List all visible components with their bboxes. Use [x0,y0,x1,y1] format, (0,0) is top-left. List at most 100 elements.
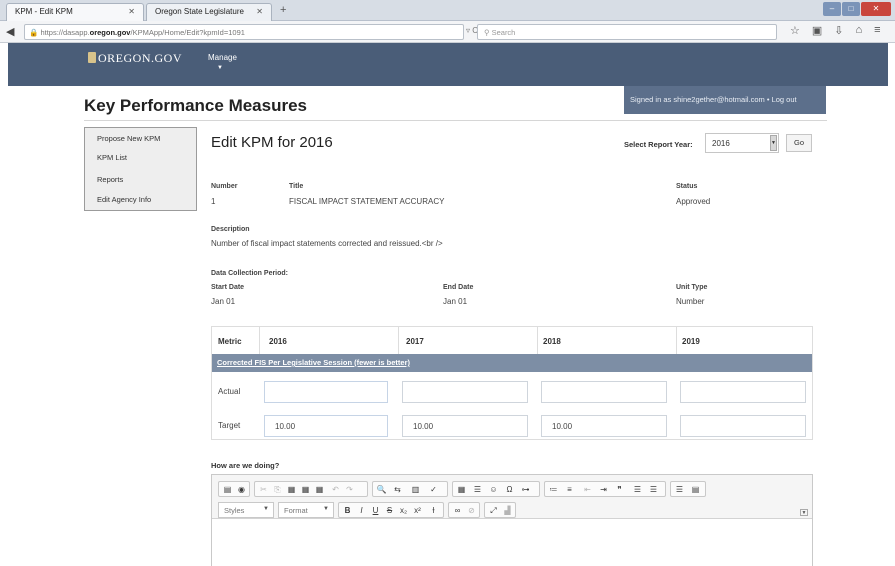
browser-tab-bar: KPM - Edit KPM ✕ Oregon State Legislatur… [0,0,895,21]
paste-word-icon[interactable]: ▦ [313,483,326,496]
metric-link[interactable]: Corrected FIS Per Legislative Session (f… [217,358,410,367]
align-center-icon[interactable]: ☰ [647,483,660,496]
sidebar-item-edit-agency-info[interactable]: Edit Agency Info [97,195,151,204]
actual-2019-input[interactable] [680,381,806,403]
site-header: OREGON.GOV Manage ▼ [8,43,888,86]
row-label-target: Target [218,421,241,430]
close-icon[interactable]: ✕ [128,7,135,16]
horizontal-line-icon[interactable]: ☰ [471,483,484,496]
number-label: Number [211,183,238,190]
italic-icon[interactable]: I [355,504,368,517]
go-button[interactable]: Go [786,134,812,152]
target-2016-input[interactable]: 10.00 [264,415,388,437]
oregon-gov-logo[interactable]: OREGON.GOV [88,51,182,66]
collapse-toolbar-icon[interactable]: ▼ [800,509,808,516]
link-icon[interactable]: ∞ [451,504,464,517]
styles-label: Styles [224,506,245,515]
dropdown-arrow-icon: ▼ [263,506,269,512]
source-icon[interactable]: ▤ [221,483,234,496]
numbered-list-icon[interactable]: ≔ [547,483,560,496]
end-date-value: Jan 01 [443,297,468,306]
download-icon[interactable]: ⇩ [834,24,843,37]
logo-text: OREGON.GOV [98,51,182,65]
sidebar-item-kpm-list[interactable]: KPM List [97,153,127,162]
browser-tab-kpm[interactable]: KPM - Edit KPM ✕ [6,3,144,21]
preview-icon[interactable]: ◉ [235,483,248,496]
minimize-icon[interactable]: – [823,2,841,16]
actual-2017-input[interactable] [402,381,528,403]
column-header-2019: 2019 [682,337,700,346]
maximize-icon[interactable]: □ [842,2,860,16]
divider [84,120,827,121]
align-left-icon[interactable]: ☰ [631,483,644,496]
browser-search-input[interactable]: ⚲ Search [477,24,777,40]
cut-icon[interactable]: ✂ [257,483,270,496]
show-blocks-icon[interactable]: ▟ [501,504,514,517]
strikethrough-icon[interactable]: S [383,504,396,517]
table-icon[interactable]: ▦ [455,483,468,496]
format-dropdown[interactable]: Format ▼ [278,502,334,518]
target-2017-input[interactable]: 10.00 [402,415,528,437]
bulleted-list-icon[interactable]: ≡ [563,483,576,496]
increase-indent-icon[interactable]: ⇥ [597,483,610,496]
find-icon[interactable]: 🔍 [375,483,388,496]
smiley-icon[interactable]: ☺ [487,483,500,496]
justify-icon[interactable]: ▤ [689,483,702,496]
spellcheck-icon[interactable]: ✓ [427,483,440,496]
bold-icon[interactable]: B [341,504,354,517]
select-all-icon[interactable]: ▥ [409,483,422,496]
actual-2016-input[interactable] [264,381,388,403]
report-year-value: 2016 [712,139,730,148]
home-icon[interactable]: ⌂ [856,24,863,37]
column-divider [398,327,399,354]
subscript-icon[interactable]: x₂ [397,504,410,517]
remove-format-icon[interactable]: Ɨ [427,504,440,517]
underline-icon[interactable]: U [369,504,382,517]
title-value: FISCAL IMPACT STATEMENT ACCURACY [289,197,445,206]
address-bar[interactable]: 🔒 https://dasapp.oregon.gov/KPMApp/Home/… [24,24,464,40]
close-window-icon[interactable]: ✕ [861,2,891,16]
target-2019-input[interactable] [680,415,806,437]
new-tab-icon[interactable]: + [280,4,286,16]
undo-icon[interactable]: ↶ [329,483,342,496]
paste-icon[interactable]: ▦ [285,483,298,496]
title-label: Title [289,183,304,190]
back-arrow-icon[interactable]: ◀ [6,25,14,38]
special-char-icon[interactable]: Ω [503,483,516,496]
manage-menu[interactable]: Manage ▼ [208,53,237,71]
menu-icon[interactable]: ≡ [874,24,880,37]
bookmarks-icon[interactable]: ▣ [812,24,822,37]
decrease-indent-icon[interactable]: ⇤ [581,483,594,496]
bookmark-star-icon[interactable]: ☆ [790,24,800,37]
styles-dropdown[interactable]: Styles ▼ [218,502,274,518]
blockquote-icon[interactable]: ❞ [613,483,626,496]
superscript-icon[interactable]: x² [411,504,424,517]
maximize-editor-icon[interactable]: ⤢ [487,504,500,517]
signin-status[interactable]: Signed in as shine2gether@hotmail.com • … [624,86,826,114]
report-year-select[interactable]: 2016 ▼ [705,133,779,153]
actual-2018-input[interactable] [541,381,667,403]
sidebar-item-reports[interactable]: Reports [97,175,123,184]
url-domain: oregon.gov [89,28,131,37]
browser-toolbar-icons: ☆ ▣ ⇩ ⌂ ≡ [790,24,881,37]
search-icon: ⚲ [484,28,490,37]
target-2018-input[interactable]: 10.00 [541,415,667,437]
end-date-label: End Date [443,284,474,291]
sidebar-item-propose-new-kpm[interactable]: Propose New KPM [97,134,160,143]
align-right-icon[interactable]: ☰ [673,483,686,496]
replace-icon[interactable]: ⇆ [391,483,404,496]
row-label-actual: Actual [218,387,241,396]
copy-icon[interactable]: ⎘ [271,483,284,496]
paste-text-icon[interactable]: ▦ [299,483,312,496]
browser-nav-bar: ◀ 🔒 https://dasapp.oregon.gov/KPMApp/Hom… [0,21,895,43]
redo-icon[interactable]: ↷ [343,483,356,496]
browser-tab-legislature[interactable]: Oregon State Legislature ✕ [146,3,272,21]
unit-type-value: Number [676,297,705,306]
toolbar-group-paragraph: ≔ ≡ ⇤ ⇥ ❞ ☰ ☰ [544,481,666,497]
rich-text-editor[interactable]: ▤ ◉ ✂ ⎘ ▦ ▦ ▦ ↶ ↷ 🔍 ⇆ ▥ ✓ ▦ ☰ ☺ Ω ⊶ ≔ ≡ [211,474,813,566]
page-break-icon[interactable]: ⊶ [519,483,532,496]
unlink-icon[interactable]: ⊘ [465,504,478,517]
close-icon[interactable]: ✕ [256,7,263,16]
how-are-we-doing-label: How are we doing? [211,461,280,470]
manage-label: Manage [208,53,237,62]
